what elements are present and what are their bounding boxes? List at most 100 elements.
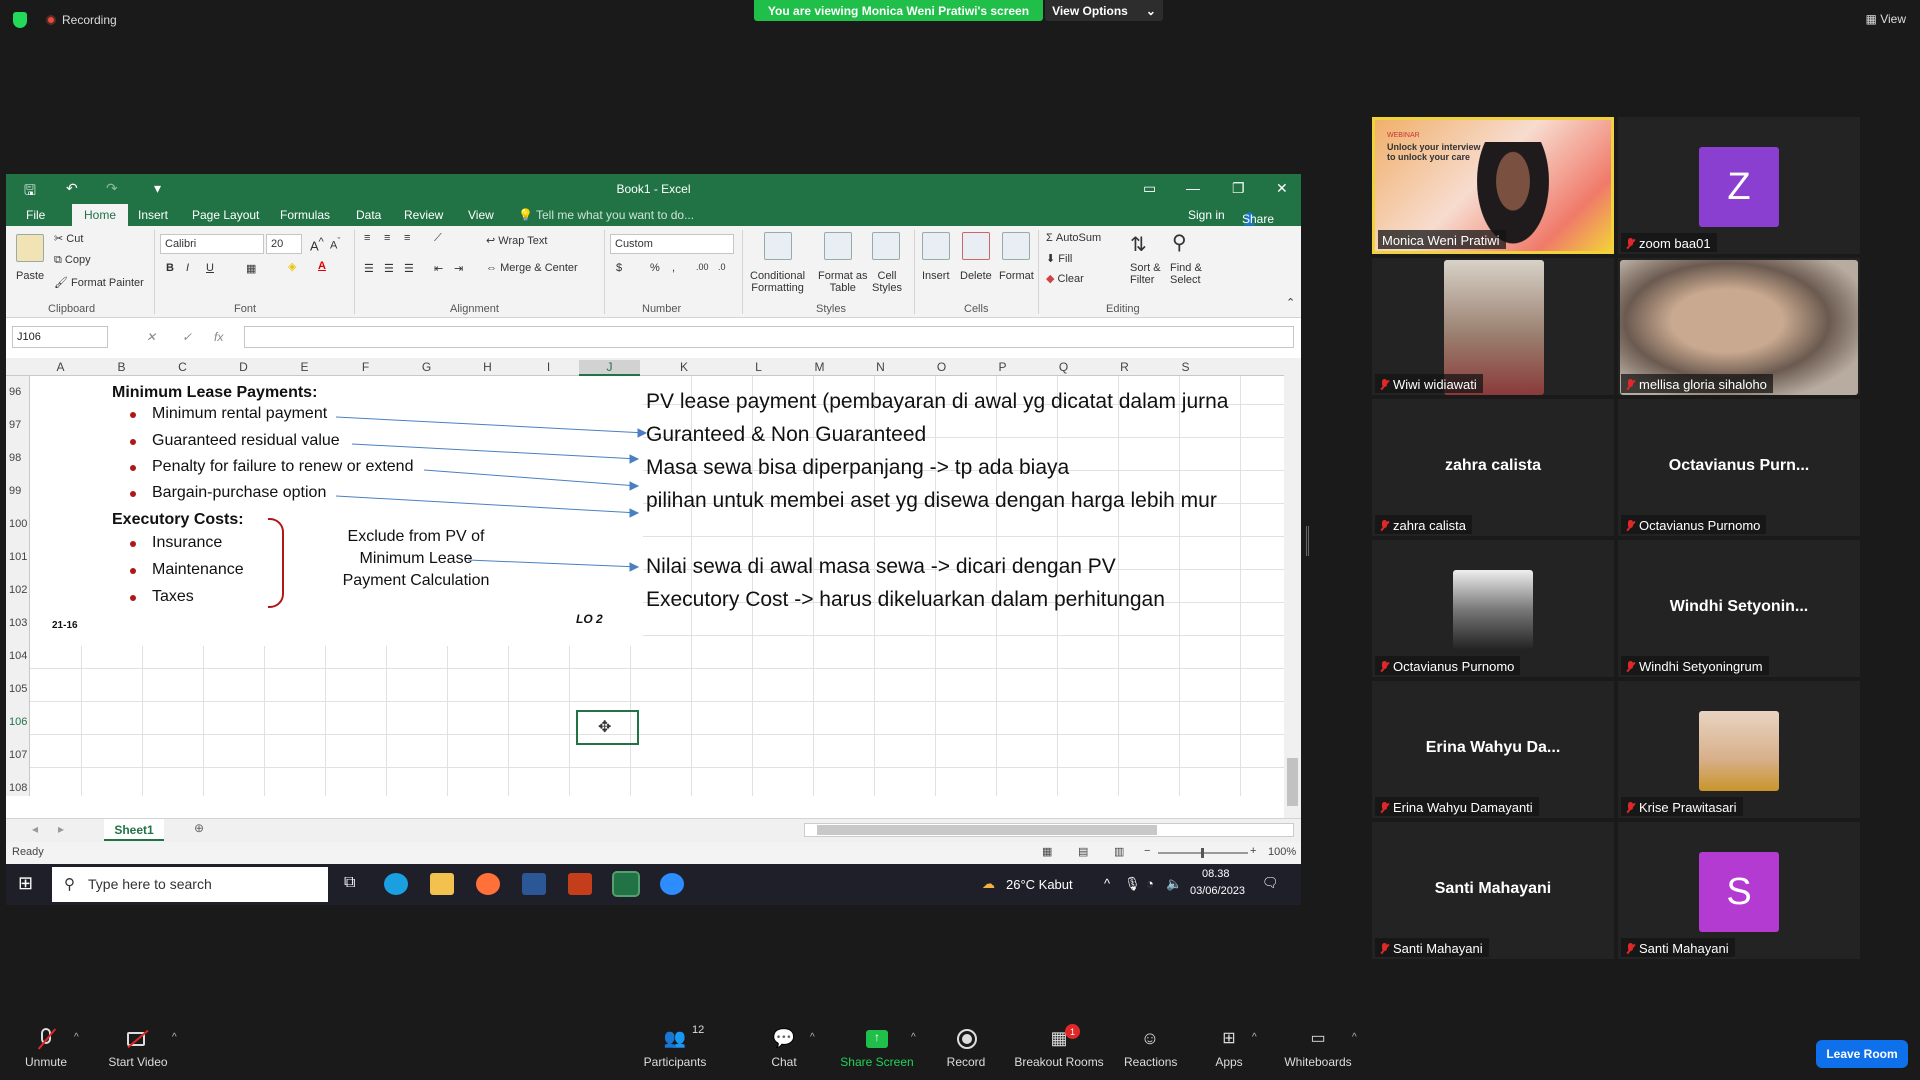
chat-bubble-icon: 💬 <box>772 1028 796 1048</box>
note-row[interactable]: Nilai sewa di awal masa sewa -> dicari d… <box>646 555 1116 579</box>
participant-display-name: zahra calista <box>1444 457 1542 474</box>
whiteboards-button[interactable]: ▭ Whiteboards <box>1282 1028 1354 1069</box>
note-row[interactable]: pilihan untuk membei aset yg disewa deng… <box>646 489 1217 513</box>
windows-start-icon[interactable]: ⊞ <box>18 873 33 894</box>
participant-tile[interactable]: S Santi Mahayani <box>1618 822 1860 959</box>
grid-icon: ▦ <box>1865 12 1877 26</box>
participant-name-label: Monica Weni Pratiwi <box>1378 230 1506 249</box>
participant-tile[interactable]: Octavianus Purnomo <box>1372 540 1614 677</box>
note-row[interactable]: Guranteed & Non Guaranteed <box>646 423 926 447</box>
add-sheet-icon[interactable]: ⊕ <box>194 821 204 835</box>
powerpoint-icon[interactable] <box>568 873 592 895</box>
apps-options-icon[interactable]: ^ <box>1252 1032 1257 1043</box>
participant-tile[interactable]: Wiwi widiawati <box>1372 258 1614 395</box>
participant-tile[interactable]: Windhi Setyonin... Windhi Setyoningrum <box>1618 540 1860 677</box>
weather-text[interactable]: 26°C Kabut <box>1006 877 1073 892</box>
participant-name: Octavianus Purnomo <box>1639 518 1761 533</box>
record-button[interactable]: Record <box>944 1028 988 1069</box>
security-shield-icon[interactable] <box>13 12 27 28</box>
zoom-slider[interactable] <box>1158 848 1248 858</box>
whiteboards-label: Whiteboards <box>1284 1055 1352 1069</box>
audio-options-icon[interactable]: ^ <box>74 1032 79 1043</box>
taskbar-search[interactable]: ⚲ Type here to search <box>52 867 328 902</box>
microphone-icon[interactable]: 🎙 <box>1124 876 1141 892</box>
page-layout-view-icon[interactable]: ▤ <box>1078 845 1088 858</box>
participant-display-name: Erina Wahyu Da... <box>1425 739 1561 756</box>
participant-name-label: Santi Mahayani <box>1375 938 1489 957</box>
file-explorer-icon[interactable] <box>430 873 454 895</box>
volume-icon[interactable]: 🔈 <box>1166 876 1182 892</box>
note-row[interactable]: PV lease payment (pembayaran di awal yg … <box>646 390 1228 414</box>
viewing-screen-banner: You are viewing Monica Weni Pratiwi's sc… <box>754 0 1043 21</box>
zoom-app-icon[interactable] <box>660 873 684 895</box>
start-video-label: Start Video <box>108 1055 168 1069</box>
muted-mic-icon <box>1379 519 1389 532</box>
excel-icon[interactable] <box>612 871 640 897</box>
word-icon[interactable] <box>522 873 546 895</box>
view-options-button[interactable]: View Options ⌄ <box>1045 0 1163 21</box>
video-options-icon[interactable]: ^ <box>172 1032 177 1043</box>
webinar-tag: WEBINAR <box>1387 132 1420 139</box>
vertical-scrollbar[interactable] <box>1284 358 1301 818</box>
resize-handle[interactable] <box>1306 526 1309 556</box>
share-screen-button[interactable]: ↑ Share Screen <box>840 1028 914 1069</box>
zoom-in-icon[interactable]: + <box>1250 845 1256 857</box>
prev-sheet-icon[interactable]: ◂ <box>32 822 38 836</box>
clock-time[interactable]: 08.38 <box>1202 868 1230 880</box>
sheet-tab[interactable]: Sheet1 <box>104 819 164 841</box>
horizontal-scrollbar[interactable] <box>804 823 1294 837</box>
view-button[interactable]: ▦ View <box>1866 12 1906 26</box>
muted-mic-icon <box>1379 660 1389 673</box>
leave-room-button[interactable]: Leave Room <box>1816 1040 1908 1068</box>
chevron-down-icon: ⌄ <box>1145 3 1156 18</box>
zoom-out-icon[interactable]: − <box>1144 845 1150 857</box>
tray-chevron-icon[interactable]: ^ <box>1104 876 1110 891</box>
note-row[interactable]: Masa sewa bisa diperpanjang -> tp ada bi… <box>646 456 1069 480</box>
participant-tile[interactable]: Krise Prawitasari <box>1618 681 1860 818</box>
page-break-view-icon[interactable]: ▥ <box>1114 845 1124 858</box>
note-row[interactable]: Executory Cost -> harus dikeluarkan dala… <box>646 588 1165 612</box>
hscroll-thumb[interactable] <box>817 825 1157 835</box>
recording-indicator[interactable]: Recording <box>46 13 117 27</box>
normal-view-icon[interactable]: ▦ <box>1042 845 1052 858</box>
participant-tile[interactable]: mellisa gloria sihaloho <box>1618 258 1860 395</box>
zoom-level[interactable]: 100% <box>1268 846 1296 858</box>
participant-name: zahra calista <box>1393 518 1466 533</box>
participant-tile[interactable]: zahra calista zahra calista <box>1372 399 1614 536</box>
view-options-label: View Options <box>1052 3 1128 18</box>
participant-tile[interactable]: Santi Mahayani Santi Mahayani <box>1372 822 1614 959</box>
participant-tile[interactable]: Erina Wahyu Da... Erina Wahyu Damayanti <box>1372 681 1614 818</box>
windows-taskbar: ⊞ ⚲ Type here to search ⧉ ☁ 26°C Kabut ^… <box>6 864 1301 905</box>
next-sheet-icon[interactable]: ▸ <box>58 822 64 836</box>
avatar: Z <box>1699 147 1779 227</box>
reactions-button[interactable]: ☺ Reactions <box>1124 1028 1177 1069</box>
task-view-icon[interactable]: ⧉ <box>344 874 355 892</box>
chat-options-icon[interactable]: ^ <box>810 1032 815 1043</box>
breakout-rooms-button[interactable]: ▦ 1 Breakout Rooms <box>1014 1024 1104 1069</box>
recording-label: Recording <box>62 13 117 27</box>
clock-date[interactable]: 03/06/2023 <box>1190 885 1245 897</box>
participant-tile[interactable]: Z zoom baa01 <box>1618 117 1860 254</box>
chat-button[interactable]: 💬 Chat <box>766 1028 802 1069</box>
participant-tile-active-speaker[interactable]: WEBINAR Unlock your interview to unlock … <box>1372 117 1614 254</box>
apps-label: Apps <box>1215 1055 1243 1069</box>
network-icon[interactable]: ◔ <box>1146 876 1154 891</box>
apps-button[interactable]: ⊞ Apps <box>1214 1028 1244 1069</box>
participants-button[interactable]: 👥 12 Participants <box>642 1024 708 1069</box>
participant-tile[interactable]: Octavianus Purn... Octavianus Purnomo <box>1618 399 1860 536</box>
muted-mic-icon <box>1379 801 1389 814</box>
start-video-button[interactable]: Start Video <box>106 1028 170 1069</box>
webinar-line: to unlock your care <box>1387 152 1471 162</box>
zoom-thumb[interactable] <box>1201 848 1204 858</box>
notifications-icon[interactable]: 🗨 <box>1262 875 1279 891</box>
whiteboards-options-icon[interactable]: ^ <box>1352 1032 1357 1043</box>
unmute-button[interactable]: Unmute <box>22 1028 70 1069</box>
participant-name-label: zoom baa01 <box>1621 233 1717 252</box>
avatar-photo <box>1699 711 1779 791</box>
firefox-icon[interactable] <box>476 873 500 895</box>
edge-icon[interactable] <box>384 873 408 895</box>
share-options-icon[interactable]: ^ <box>911 1032 916 1043</box>
scroll-thumb[interactable] <box>1287 758 1298 806</box>
participant-name: Windhi Setyoningrum <box>1639 659 1763 674</box>
selected-cell[interactable]: ✥ <box>576 710 639 745</box>
